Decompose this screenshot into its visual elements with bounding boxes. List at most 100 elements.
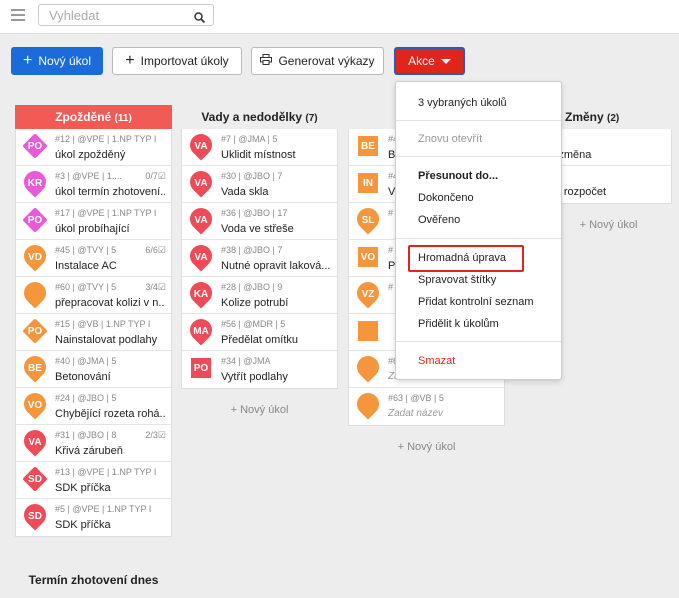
task-marker-icon: VO bbox=[356, 245, 380, 269]
task-title: Vada skla bbox=[221, 186, 269, 198]
task-card[interactable]: #60 | @TVY | 5 přepracovat kolizi v n... 3… bbox=[16, 277, 171, 314]
task-meta: #7 | @JMA | 5 bbox=[221, 134, 278, 144]
task-title: Předělat omítku bbox=[221, 334, 299, 346]
task-card[interactable]: PO #34 | @JMA Vytřít podlahy bbox=[182, 351, 337, 388]
task-card[interactable]: PO #15 | @VB | 1.NP TYP I Nainstalovat pod… bbox=[16, 314, 171, 351]
task-title: Kolize potrubí bbox=[221, 297, 289, 309]
task-card[interactable]: SD #13 | @VPE | 1.NP TYP I SDK příčka bbox=[16, 462, 171, 499]
search-icon[interactable] bbox=[194, 10, 206, 28]
task-meta: # bbox=[388, 282, 394, 292]
task-title: Křivá zárubeň bbox=[55, 445, 123, 457]
task-card[interactable]: VA #31 | @JBO | 8 Křivá zárubeň 2/3☑ bbox=[16, 425, 171, 462]
actions-button[interactable]: Akce bbox=[394, 47, 465, 75]
task-title: Nainstalovat podlahy bbox=[55, 334, 158, 346]
menu-item-move-to[interactable]: Přesunout do... bbox=[418, 170, 498, 182]
task-title: SDK příčka bbox=[55, 519, 111, 531]
task-title: SDK příčka bbox=[55, 482, 111, 494]
task-card[interactable]: VO #24 | @JBO | 5 Chybějící rozeta rohá... bbox=[16, 388, 171, 425]
task-marker-icon: BE bbox=[23, 356, 47, 380]
task-title: přepracovat kolizi v n... bbox=[55, 297, 165, 309]
checklist-progress: 3/4☑ bbox=[145, 282, 166, 292]
task-marker-icon: MA bbox=[189, 319, 213, 343]
task-marker-icon: KR bbox=[23, 171, 47, 195]
task-card[interactable]: BE #40 | @JMA | 5 Betonování bbox=[16, 351, 171, 388]
task-marker-icon: VA bbox=[189, 134, 213, 158]
task-card[interactable]: KR #3 | @VPE | 1.... úkol termín zhotovení… bbox=[16, 166, 171, 203]
task-meta: #56 | @MDR | 5 bbox=[221, 319, 286, 329]
task-marker-icon: SD bbox=[23, 467, 47, 491]
task-title: Nutné opravit laková... bbox=[221, 260, 331, 272]
task-marker-icon: VA bbox=[23, 430, 47, 454]
task-title: úkol zpožděný bbox=[55, 149, 126, 161]
task-card[interactable]: VA #36 | @JBO | 17 Voda ve střeše bbox=[182, 203, 337, 240]
task-marker-icon: IN bbox=[356, 171, 380, 195]
menu-item-manage-tags[interactable]: Spravovat štítky bbox=[418, 274, 496, 286]
task-card[interactable]: SD #5 | @VPE | 1.NP TYP I SDK příčka bbox=[16, 499, 171, 536]
new-task-button[interactable]: + Nový úkol bbox=[11, 47, 103, 75]
menu-item-assign[interactable]: Přidělit k úkolům bbox=[418, 318, 499, 330]
task-marker-icon bbox=[23, 282, 47, 306]
task-card[interactable]: VD #45 | @TVY | 5 Instalace AC 6/6☑ bbox=[16, 240, 171, 277]
add-task-link[interactable]: + Nový úkol bbox=[181, 404, 338, 416]
task-card[interactable]: VA #7 | @JMA | 5 Uklidit místnost bbox=[182, 129, 337, 166]
printer-icon bbox=[260, 53, 273, 69]
menu-divider bbox=[396, 238, 561, 239]
task-meta: # bbox=[388, 245, 394, 255]
task-marker-icon bbox=[356, 319, 380, 343]
task-card[interactable]: PO #17 | @VPE | 1.NP TYP I úkol probíhajíc… bbox=[16, 203, 171, 240]
task-card[interactable]: KA #28 | @JBO | 9 Kolize potrubí bbox=[182, 277, 337, 314]
task-title: úkol termín zhotovení... bbox=[55, 186, 165, 198]
menu-item-bulk-edit[interactable]: Hromadná úprava bbox=[418, 252, 506, 264]
generate-reports-button[interactable]: Generovat výkazy bbox=[251, 47, 384, 75]
task-meta: #13 | @VPE | 1.NP TYP I bbox=[55, 467, 157, 477]
import-tasks-button[interactable]: + Importovat úkoly bbox=[112, 47, 242, 75]
task-card[interactable]: MA #56 | @MDR | 5 Předělat omítku bbox=[182, 314, 337, 351]
task-marker-icon: VA bbox=[189, 208, 213, 232]
task-title: Vytřít podlahy bbox=[221, 371, 288, 383]
menu-divider bbox=[396, 120, 561, 121]
task-meta: #12 | @VPE | 1.NP TYP I bbox=[55, 134, 157, 144]
task-meta: #45 | @TVY | 5 bbox=[55, 245, 117, 255]
task-card[interactable]: VA #30 | @JBO | 7 Vada skla bbox=[182, 166, 337, 203]
menu-item-reopen[interactable]: Znovu otevřít bbox=[418, 133, 482, 145]
task-marker-icon: PO bbox=[23, 134, 47, 158]
task-title: Instalace AC bbox=[55, 260, 117, 272]
task-marker-icon: PO bbox=[23, 208, 47, 232]
task-card[interactable]: VA #38 | @JBO | 7 Nutné opravit laková... bbox=[182, 240, 337, 277]
menu-item-add-checklist[interactable]: Přidat kontrolní seznam bbox=[418, 296, 534, 308]
task-marker-icon: PO bbox=[189, 356, 213, 380]
menu-icon[interactable] bbox=[11, 9, 25, 24]
task-meta: #63 | @VB | 5 bbox=[388, 393, 444, 403]
menu-item-verified[interactable]: Ověřeno bbox=[418, 214, 460, 226]
menu-item-delete[interactable]: Smazat bbox=[418, 355, 455, 367]
menu-divider bbox=[396, 156, 561, 157]
actions-dropdown-menu: 3 vybraných úkolů Znovu otevřít Přesunou… bbox=[395, 81, 562, 380]
task-meta: #30 | @JBO | 7 bbox=[221, 171, 283, 181]
column-overdue: Zpožděné (11) PO #12 | @VPE | 1.NP TYP I ú… bbox=[15, 105, 172, 537]
task-meta: #36 | @JBO | 17 bbox=[221, 208, 288, 218]
add-task-link[interactable]: + Nový úkol bbox=[348, 441, 505, 453]
task-title: Zadat název bbox=[388, 408, 444, 419]
task-marker-icon: VD bbox=[23, 245, 47, 269]
task-marker-icon: VZ bbox=[356, 282, 380, 306]
task-title: Voda ve střeše bbox=[221, 223, 294, 235]
search-box[interactable] bbox=[38, 4, 214, 26]
task-card[interactable]: PO #12 | @VPE | 1.NP TYP I úkol zpožděný bbox=[16, 129, 171, 166]
task-meta: #5 | @VPE | 1.NP TYP I bbox=[55, 504, 152, 514]
task-marker-icon: VA bbox=[189, 245, 213, 269]
task-title: úkol probíhající bbox=[55, 223, 130, 235]
task-marker-icon bbox=[356, 393, 380, 417]
task-meta: #31 | @JBO | 8 bbox=[55, 430, 117, 440]
card-list: PO #12 | @VPE | 1.NP TYP I úkol zpožděný KR… bbox=[15, 129, 172, 537]
caret-down-icon bbox=[440, 58, 451, 64]
menu-selected-count: 3 vybraných úkolů bbox=[418, 97, 507, 109]
checklist-progress: 2/3☑ bbox=[145, 430, 166, 440]
task-marker-icon: VA bbox=[189, 171, 213, 195]
task-title: Betonování bbox=[55, 371, 111, 383]
task-title: Chybějící rozeta rohá... bbox=[55, 408, 165, 420]
task-marker-icon: VO bbox=[23, 393, 47, 417]
task-marker-icon: KA bbox=[189, 282, 213, 306]
menu-item-done[interactable]: Dokončeno bbox=[418, 192, 474, 204]
search-input[interactable] bbox=[49, 8, 179, 23]
task-card[interactable]: #63 | @VB | 5 Zadat název bbox=[349, 388, 504, 425]
